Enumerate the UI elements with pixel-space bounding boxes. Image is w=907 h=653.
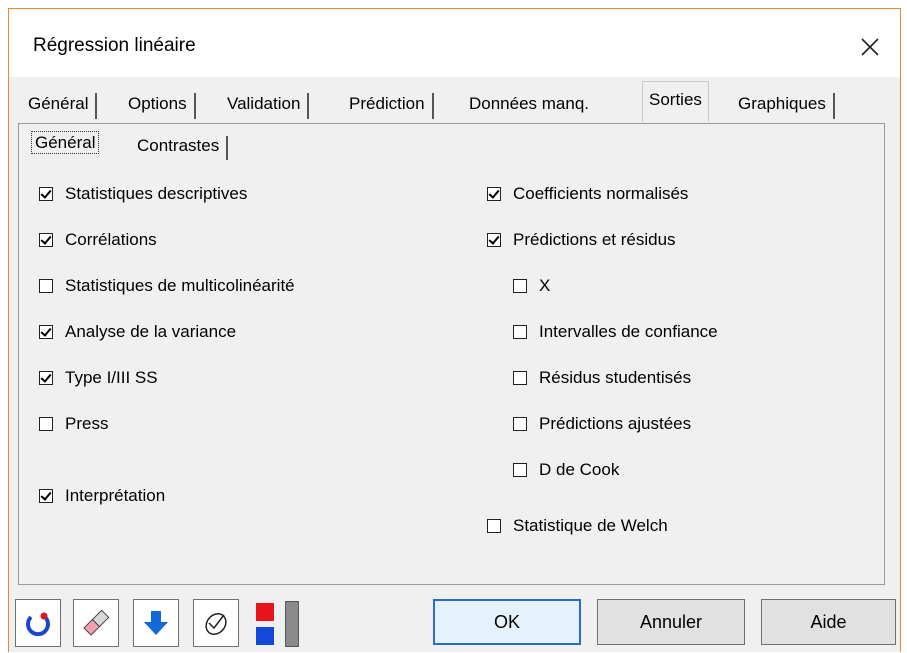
tab-label: Validation — [227, 94, 301, 113]
close-icon — [861, 38, 879, 56]
tab-graphiques[interactable]: Graphiques — [732, 87, 835, 121]
subtab-contrastes[interactable]: Contrastes — [131, 132, 229, 160]
close-button[interactable] — [850, 27, 890, 67]
checkbox-label: Intervalles de confiance — [539, 322, 718, 341]
tab-validation[interactable]: Validation — [221, 87, 310, 121]
tab-general[interactable]: Général — [22, 87, 98, 121]
ok-button[interactable]: OK — [433, 599, 581, 645]
subtab-label: Général — [35, 133, 96, 152]
checkbox-label: D de Cook — [539, 460, 620, 479]
checkbox-label: X — [539, 276, 551, 295]
checkbox-interpretation[interactable]: Interprétation — [39, 486, 165, 506]
window-title: Régression linéaire — [33, 35, 196, 56]
tab-label: Données manq. — [469, 94, 590, 113]
help-button[interactable]: Aide — [761, 599, 896, 645]
checkbox-box[interactable] — [39, 279, 53, 293]
checkbox-box[interactable] — [513, 463, 527, 477]
checkbox-box[interactable] — [487, 519, 501, 533]
title-bar: Régression linéaire — [9, 9, 900, 77]
checkbox-predictions-residus[interactable]: Prédictions et résidus — [487, 230, 676, 250]
checkbox-analyse-variance[interactable]: Analyse de la variance — [39, 322, 236, 342]
checkbox-box[interactable] — [513, 279, 527, 293]
tab-options[interactable]: Options — [122, 87, 196, 121]
bottom-toolbar: OK Annuler Aide — [9, 593, 900, 653]
checkbox-box[interactable] — [513, 417, 527, 431]
checkbox-label: Prédictions ajustées — [539, 414, 692, 433]
checkbox-label: Corrélations — [65, 230, 157, 249]
checkbox-coefficients-normalises[interactable]: Coefficients normalisés — [487, 184, 688, 204]
tab-panel-sorties: Général Contrastes Statistiques descript… — [18, 123, 885, 585]
checkbox-box[interactable] — [39, 371, 53, 385]
dialog-window: Régression linéaire Général Options Vali… — [8, 8, 901, 652]
checkbox-type-ss[interactable]: Type I/III SS — [39, 368, 158, 388]
button-label: Aide — [810, 611, 847, 632]
tab-label: Options — [128, 94, 187, 113]
button-label: OK — [493, 611, 520, 632]
tab-label: Général — [28, 94, 89, 113]
eraser-button[interactable] — [73, 599, 119, 647]
checkbox-box[interactable] — [39, 417, 53, 431]
checkbox-label: Statistiques descriptives — [65, 184, 248, 203]
checkbox-statistique-welch[interactable]: Statistique de Welch — [487, 516, 668, 536]
tab-prediction[interactable]: Prédiction — [343, 87, 434, 121]
checkbox-x[interactable]: X — [513, 276, 550, 296]
tab-donnees-manq[interactable]: Données manq. — [463, 87, 595, 121]
checkbox-box[interactable] — [39, 187, 53, 201]
checkbox-box[interactable] — [513, 371, 527, 385]
checkbox-residus-studentises[interactable]: Résidus studentisés — [513, 368, 691, 388]
checkbox-label: Analyse de la variance — [65, 322, 237, 341]
checkbox-multicolinearite[interactable]: Statistiques de multicolinéarité — [39, 276, 295, 296]
toolbar-separator — [285, 601, 299, 647]
subtab-label: Contrastes — [137, 136, 220, 155]
checkbox-predictions-ajustees[interactable]: Prédictions ajustées — [513, 414, 691, 434]
checkbox-box[interactable] — [513, 325, 527, 339]
color-swatch-icon — [256, 603, 274, 645]
tab-sorties[interactable]: Sorties — [642, 81, 709, 122]
checkbox-d-de-cook[interactable]: D de Cook — [513, 460, 619, 480]
checkbox-label: Statistique de Welch — [513, 516, 668, 535]
cancel-button[interactable]: Annuler — [597, 599, 745, 645]
checkbox-box[interactable] — [39, 489, 53, 503]
checkbox-label: Prédictions et résidus — [513, 230, 676, 249]
checkbox-box[interactable] — [487, 233, 501, 247]
subtab-general[interactable]: Général — [29, 128, 101, 162]
checkbox-label: Press — [65, 414, 109, 433]
tab-label: Prédiction — [349, 94, 425, 113]
checkbox-box[interactable] — [487, 187, 501, 201]
color-swatch-button[interactable] — [255, 601, 277, 647]
down-arrow-icon — [144, 611, 168, 635]
checkbox-label: Interprétation — [65, 486, 166, 505]
checkbox-box[interactable] — [39, 325, 53, 339]
down-arrow-button[interactable] — [133, 599, 179, 647]
checkbox-label: Type I/III SS — [65, 368, 158, 387]
checkbox-press[interactable]: Press — [39, 414, 108, 434]
reset-icon — [26, 612, 50, 637]
mouse-select-button[interactable] — [193, 599, 239, 647]
button-label: Annuler — [639, 611, 703, 632]
checkbox-label: Statistiques de multicolinéarité — [65, 276, 295, 295]
checkbox-statistiques-descriptives[interactable]: Statistiques descriptives — [39, 184, 247, 204]
checkbox-correlations[interactable]: Corrélations — [39, 230, 157, 250]
eraser-icon — [83, 609, 110, 636]
tab-label: Sorties — [649, 90, 702, 109]
tab-label: Graphiques — [738, 94, 826, 113]
checkbox-intervalles-confiance[interactable]: Intervalles de confiance — [513, 322, 718, 342]
checkbox-box[interactable] — [39, 233, 53, 247]
checkbox-label: Coefficients normalisés — [513, 184, 689, 203]
mouse-select-icon — [205, 613, 227, 635]
checkbox-label: Résidus studentisés — [539, 368, 692, 387]
reset-button[interactable] — [15, 599, 61, 647]
